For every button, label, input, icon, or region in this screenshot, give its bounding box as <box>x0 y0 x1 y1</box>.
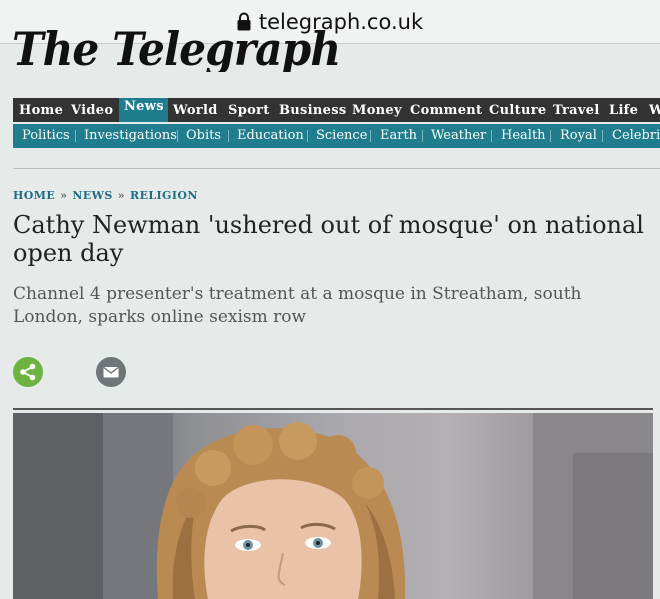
article-headline: Cathy Newman 'ushered out of mosque' on … <box>13 211 644 267</box>
nav-item-home[interactable]: Home <box>19 98 63 122</box>
breadcrumb: HOME » NEWS » RELIGION <box>13 189 198 202</box>
subnav-divider <box>491 130 492 142</box>
nav-item-sport[interactable]: Sport <box>228 98 270 122</box>
subnav-divider <box>75 130 76 142</box>
subnav-divider <box>307 130 308 142</box>
subnav-item-education[interactable]: Education <box>237 124 304 148</box>
breadcrumb-religion[interactable]: RELIGION <box>130 189 198 202</box>
subnav-divider <box>228 130 229 142</box>
nav-item-money[interactable]: Money <box>352 98 402 122</box>
main-nav: Home Video News World Sport Business Mon… <box>13 98 660 122</box>
subnav-item-royal[interactable]: Royal <box>560 124 597 148</box>
divider <box>13 168 660 169</box>
portrait-illustration <box>13 413 653 599</box>
sub-nav: Politics Investigations Obits Education … <box>13 124 660 148</box>
subnav-item-science[interactable]: Science <box>316 124 367 148</box>
article-standfirst: Channel 4 presenter's treatment at a mos… <box>13 284 582 327</box>
subnav-item-obits[interactable]: Obits <box>186 124 221 148</box>
subnav-divider <box>602 130 603 142</box>
nav-item-travel[interactable]: Travel <box>553 98 600 122</box>
breadcrumb-home[interactable]: HOME <box>13 189 55 202</box>
nav-item-world[interactable]: World <box>173 98 218 122</box>
subnav-item-investigations[interactable]: Investigations <box>84 124 177 148</box>
share-icon[interactable] <box>13 357 43 387</box>
breadcrumb-separator: » <box>117 189 126 202</box>
nav-item-comment[interactable]: Comment <box>410 98 482 122</box>
subnav-item-earth[interactable]: Earth <box>380 124 417 148</box>
masthead-title: The Telegraph <box>12 28 341 72</box>
subnav-item-health[interactable]: Health <box>501 124 546 148</box>
masthead-logo[interactable]: The Telegraph <box>12 28 652 72</box>
subnav-item-celebrities[interactable]: Celebrit <box>612 124 660 148</box>
article-lead-image <box>13 413 653 599</box>
divider <box>13 408 653 410</box>
nav-item-overflow[interactable]: W <box>649 98 660 122</box>
subnav-divider <box>177 130 178 142</box>
subnav-item-weather[interactable]: Weather <box>431 124 486 148</box>
subnav-divider <box>422 130 423 142</box>
nav-item-news[interactable]: News <box>124 98 164 118</box>
nav-item-video[interactable]: Video <box>71 98 113 122</box>
email-icon[interactable] <box>96 357 126 387</box>
nav-item-business[interactable]: Business <box>279 98 346 122</box>
subnav-divider <box>370 130 371 142</box>
subnav-item-politics[interactable]: Politics <box>22 124 70 148</box>
nav-item-culture[interactable]: Culture <box>489 98 546 122</box>
breadcrumb-news[interactable]: NEWS <box>72 189 112 202</box>
nav-item-life[interactable]: Life <box>609 98 638 122</box>
subnav-divider <box>550 130 551 142</box>
breadcrumb-separator: » <box>60 189 68 202</box>
